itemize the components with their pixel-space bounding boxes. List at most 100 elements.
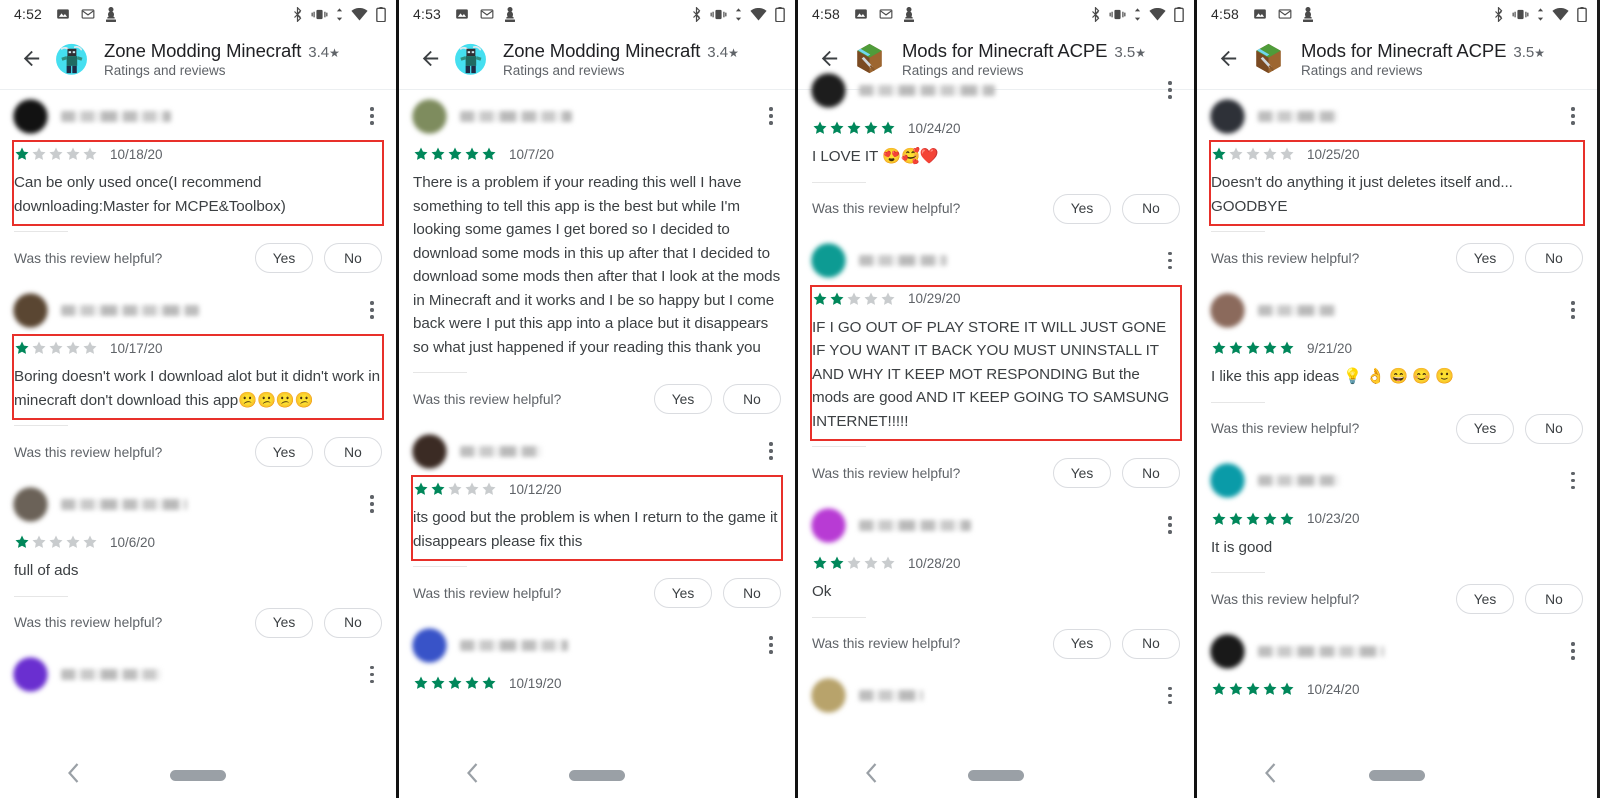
review-overflow-menu-icon[interactable] [1160,512,1180,538]
reviews-list[interactable]: 10/25/20 Doesn't do anything it just del… [1197,90,1597,798]
review-overflow-menu-icon[interactable] [1563,297,1583,323]
review-text: It is good [1211,538,1273,556]
helpful-yes-button[interactable]: Yes [1456,584,1514,614]
status-bar: 4:58 [798,0,1194,28]
app-rating: 3.5★ [1513,43,1546,61]
helpful-question: Was this review helpful? [1211,421,1360,436]
helpful-yes-button[interactable]: Yes [1053,458,1111,488]
review-overflow-menu-icon[interactable] [761,632,781,658]
review-content: 10/24/20 I LOVE IT 😍🥰❤️ [812,116,1180,175]
helpful-yes-button[interactable]: Yes [1456,243,1514,273]
review-overflow-menu-icon[interactable] [362,662,382,688]
status-right-icons [1090,6,1184,22]
helpful-no-button[interactable]: No [1525,413,1583,444]
helpful-no-button[interactable]: No [324,607,382,638]
helpful-yes-button[interactable]: Yes [1053,193,1111,224]
helpful-yes-button[interactable]: Yes [654,384,712,414]
review-content-highlighted: 10/25/20 Doesn't do anything it just del… [1209,140,1585,226]
review-header [413,425,781,477]
helpful-yes-button[interactable]: Yes [1053,628,1111,659]
helpful-no-button[interactable]: No [1525,243,1583,273]
review-helpful-row: Was this review helpful? Yes No [812,447,1180,499]
photos-icon [56,7,70,21]
review-helpful-row: Was this review helpful? Yes No [14,426,382,478]
review-overflow-menu-icon[interactable] [1563,468,1583,494]
helpful-no-button[interactable]: No [324,437,382,467]
data-transfer-icon [336,7,343,21]
nav-home-pill[interactable] [968,769,1024,781]
phone-screenshot-4: 4:58 Mods for Minecraft ACPE 3.5★ Rating… [1197,0,1597,798]
review-meta: 10/29/20 [812,287,1180,311]
battery-icon [1577,6,1587,22]
helpful-no-button[interactable]: No [324,243,382,273]
nav-home-pill[interactable] [569,769,625,781]
app-icon-0[interactable] [52,39,91,78]
helpful-yes-button[interactable]: Yes [654,578,712,608]
app-rating: 3.5★ [1114,43,1147,61]
status-right-icons [1493,6,1587,22]
review-overflow-menu-icon[interactable] [362,491,382,517]
phone-screenshot-2: 4:53 Zone Modding Minecraft 3.4★ Ratings… [399,0,798,798]
review-content-highlighted: 10/29/20 IF I GO OUT OF PLAY STORE IT WI… [810,284,1182,441]
system-nav-bar [399,752,795,798]
review-overflow-menu-icon[interactable] [761,438,781,464]
reviewer-name-redacted [61,669,161,680]
app-bar: Zone Modding Minecraft 3.4★ Ratings and … [399,28,795,90]
helpful-no-button[interactable]: No [1525,584,1583,614]
review-item: 10/29/20 IF I GO OUT OF PLAY STORE IT WI… [798,235,1194,500]
review-text: Doesn't do anything it just deletes itse… [1211,174,1513,215]
review-item: 10/24/20 I LOVE IT 😍🥰❤️ Was this review … [798,64,1194,235]
back-arrow-icon[interactable] [1207,38,1249,80]
helpful-no-button[interactable]: No [1122,458,1180,488]
review-overflow-menu-icon[interactable] [1160,683,1180,709]
helpful-question: Was this review helpful? [812,636,961,651]
app-icon [1303,6,1314,22]
nav-back-icon[interactable] [465,762,480,789]
review-overflow-menu-icon[interactable] [1563,638,1583,664]
helpful-yes-button[interactable]: Yes [255,243,313,273]
reviews-list[interactable]: 10/24/20 I LOVE IT 😍🥰❤️ Was this review … [798,64,1194,772]
app-icon-1[interactable] [451,39,490,78]
helpful-no-button[interactable]: No [1122,193,1180,224]
star-rating [14,146,98,162]
wifi-icon [750,7,767,21]
app-icon-3[interactable] [1249,39,1288,78]
helpful-yes-button[interactable]: Yes [1456,413,1514,444]
helpful-yes-button[interactable]: Yes [255,437,313,467]
review-helpful-row: Was this review helpful? Yes No [812,618,1180,670]
review-overflow-menu-icon[interactable] [761,103,781,129]
review-helpful-row: Was this review helpful? Yes No [413,373,781,425]
review-overflow-menu-icon[interactable] [362,103,382,129]
review-header [14,284,382,336]
review-overflow-menu-icon[interactable] [362,297,382,323]
nav-back-icon[interactable] [66,762,81,789]
helpful-yes-button[interactable]: Yes [255,607,313,638]
nav-home-pill[interactable] [170,769,226,781]
app-bar: Zone Modding Minecraft 3.4★ Ratings and … [0,28,396,90]
review-header [812,235,1180,287]
review-overflow-menu-icon[interactable] [1563,103,1583,129]
helpful-no-button[interactable]: No [723,384,781,414]
reviews-list[interactable]: 10/7/20 There is a problem if your readi… [399,90,795,798]
review-date: 10/24/20 [1307,681,1360,697]
reviewer-name-redacted [61,304,199,316]
nav-back-icon[interactable] [864,762,879,789]
helpful-no-button[interactable]: No [1122,628,1180,659]
back-arrow-icon[interactable] [10,38,52,80]
reviews-list[interactable]: 10/18/20 Can be only used once(I recomme… [0,90,396,798]
status-bar: 4:58 [1197,0,1597,28]
helpful-no-button[interactable]: No [723,578,781,608]
review-item: 10/28/20 Ok Was this review helpful? Yes… [798,499,1194,670]
review-overflow-menu-icon[interactable] [1160,248,1180,274]
review-meta: 9/21/20 [1211,336,1583,360]
status-right-icons [292,6,386,22]
photos-icon [1253,7,1267,21]
nav-back-icon[interactable] [1263,762,1278,789]
review-meta: 10/18/20 [14,142,382,166]
nav-home-pill[interactable] [1369,769,1425,781]
photos-icon [455,7,469,21]
review-overflow-menu-icon[interactable] [1160,77,1180,103]
status-bar: 4:53 [399,0,795,28]
back-arrow-icon[interactable] [409,38,451,80]
review-date: 10/29/20 [908,291,961,306]
